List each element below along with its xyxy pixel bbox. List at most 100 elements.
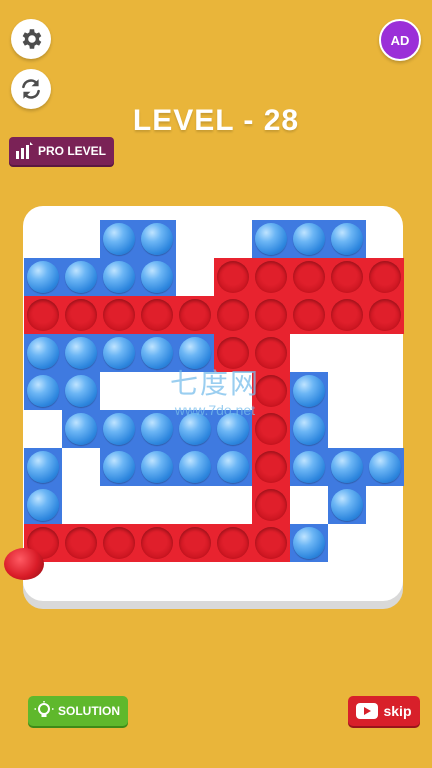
red-bubble[interactable]: [214, 334, 252, 372]
settings-button[interactable]: [11, 19, 51, 59]
red-bubble[interactable]: [24, 296, 62, 334]
red-bubble[interactable]: [252, 448, 290, 486]
blue-bubble[interactable]: [24, 372, 62, 410]
red-bubble[interactable]: [290, 296, 328, 334]
red-bubble[interactable]: [328, 296, 366, 334]
bubble-dome: [331, 299, 363, 331]
blue-bubble[interactable]: [138, 448, 176, 486]
red-bubble[interactable]: [100, 296, 138, 334]
remove-ads-button[interactable]: AD: [379, 19, 421, 61]
blue-bubble[interactable]: [138, 258, 176, 296]
pro-level-label: PRO LEVEL: [38, 144, 107, 158]
blue-bubble[interactable]: [176, 410, 214, 448]
bubble-dome: [65, 261, 97, 293]
blue-bubble[interactable]: [62, 334, 100, 372]
bubble-dome: [255, 337, 287, 369]
blue-bubble[interactable]: [138, 220, 176, 258]
blue-bubble[interactable]: [100, 258, 138, 296]
bubble-dome: [103, 527, 135, 559]
bubble-dome: [141, 261, 173, 293]
red-bubble[interactable]: [252, 258, 290, 296]
solution-button[interactable]: SOLUTION: [28, 696, 128, 726]
bubble-dome: [217, 413, 249, 445]
blue-bubble[interactable]: [138, 410, 176, 448]
bubble-dome: [179, 299, 211, 331]
bubble-dome: [27, 337, 59, 369]
bubble-dome: [255, 489, 287, 521]
blue-bubble[interactable]: [176, 448, 214, 486]
bubble-dome: [331, 489, 363, 521]
bubble-dome: [141, 337, 173, 369]
red-bubble[interactable]: [176, 524, 214, 562]
red-bubble[interactable]: [252, 334, 290, 372]
bubble-dome: [255, 375, 287, 407]
bubble-dome: [293, 261, 325, 293]
red-ball[interactable]: [4, 548, 44, 580]
bubble-dome: [255, 299, 287, 331]
bubble-dome: [65, 527, 97, 559]
bubble-dome: [179, 527, 211, 559]
red-bubble[interactable]: [366, 296, 404, 334]
blue-bubble[interactable]: [328, 220, 366, 258]
blue-bubble[interactable]: [328, 448, 366, 486]
solution-label: SOLUTION: [58, 704, 120, 718]
bubble-dome: [217, 337, 249, 369]
red-bubble[interactable]: [138, 524, 176, 562]
red-bubble[interactable]: [176, 296, 214, 334]
bubble-dome: [293, 527, 325, 559]
bubble-dome: [27, 375, 59, 407]
level-title: LEVEL - 28: [132, 104, 300, 137]
red-bubble[interactable]: [366, 258, 404, 296]
blue-bubble[interactable]: [252, 220, 290, 258]
red-bubble[interactable]: [252, 410, 290, 448]
red-bubble[interactable]: [252, 372, 290, 410]
blue-bubble[interactable]: [100, 220, 138, 258]
bubble-dome: [331, 451, 363, 483]
bubble-dome: [331, 223, 363, 255]
blue-bubble[interactable]: [290, 410, 328, 448]
red-bubble[interactable]: [290, 258, 328, 296]
blue-bubble[interactable]: [290, 372, 328, 410]
blue-bubble[interactable]: [138, 334, 176, 372]
blue-bubble[interactable]: [176, 334, 214, 372]
blue-bubble[interactable]: [24, 448, 62, 486]
red-bubble[interactable]: [328, 258, 366, 296]
blue-bubble[interactable]: [24, 334, 62, 372]
skip-button[interactable]: skip: [348, 696, 420, 726]
pro-level-button[interactable]: PRO LEVEL: [9, 137, 115, 165]
blue-bubble[interactable]: [100, 334, 138, 372]
bubble-dome: [141, 299, 173, 331]
blue-bubble[interactable]: [100, 410, 138, 448]
red-bubble[interactable]: [214, 524, 252, 562]
red-bubble[interactable]: [214, 296, 252, 334]
red-bubble[interactable]: [252, 524, 290, 562]
blue-bubble[interactable]: [62, 410, 100, 448]
bubble-dome: [217, 451, 249, 483]
red-bubble[interactable]: [214, 258, 252, 296]
bubble-dome: [255, 261, 287, 293]
bubble-dome: [65, 375, 97, 407]
red-bubble[interactable]: [138, 296, 176, 334]
restart-button[interactable]: [11, 69, 51, 109]
red-bubble[interactable]: [252, 296, 290, 334]
blue-bubble[interactable]: [290, 524, 328, 562]
red-bubble[interactable]: [252, 486, 290, 524]
blue-bubble[interactable]: [24, 486, 62, 524]
red-bubble[interactable]: [62, 296, 100, 334]
refresh-icon: [22, 79, 40, 99]
red-bubble[interactable]: [100, 524, 138, 562]
blue-bubble[interactable]: [214, 448, 252, 486]
blue-bubble[interactable]: [290, 448, 328, 486]
blue-bubble[interactable]: [100, 448, 138, 486]
blue-bubble[interactable]: [62, 372, 100, 410]
blue-bubble[interactable]: [62, 258, 100, 296]
bubble-dome: [27, 489, 59, 521]
blue-bubble[interactable]: [366, 448, 404, 486]
blue-bubble[interactable]: [290, 220, 328, 258]
bubble-dome: [217, 261, 249, 293]
red-bubble[interactable]: [62, 524, 100, 562]
bubble-dome: [293, 299, 325, 331]
blue-bubble[interactable]: [214, 410, 252, 448]
blue-bubble[interactable]: [24, 258, 62, 296]
blue-bubble[interactable]: [328, 486, 366, 524]
